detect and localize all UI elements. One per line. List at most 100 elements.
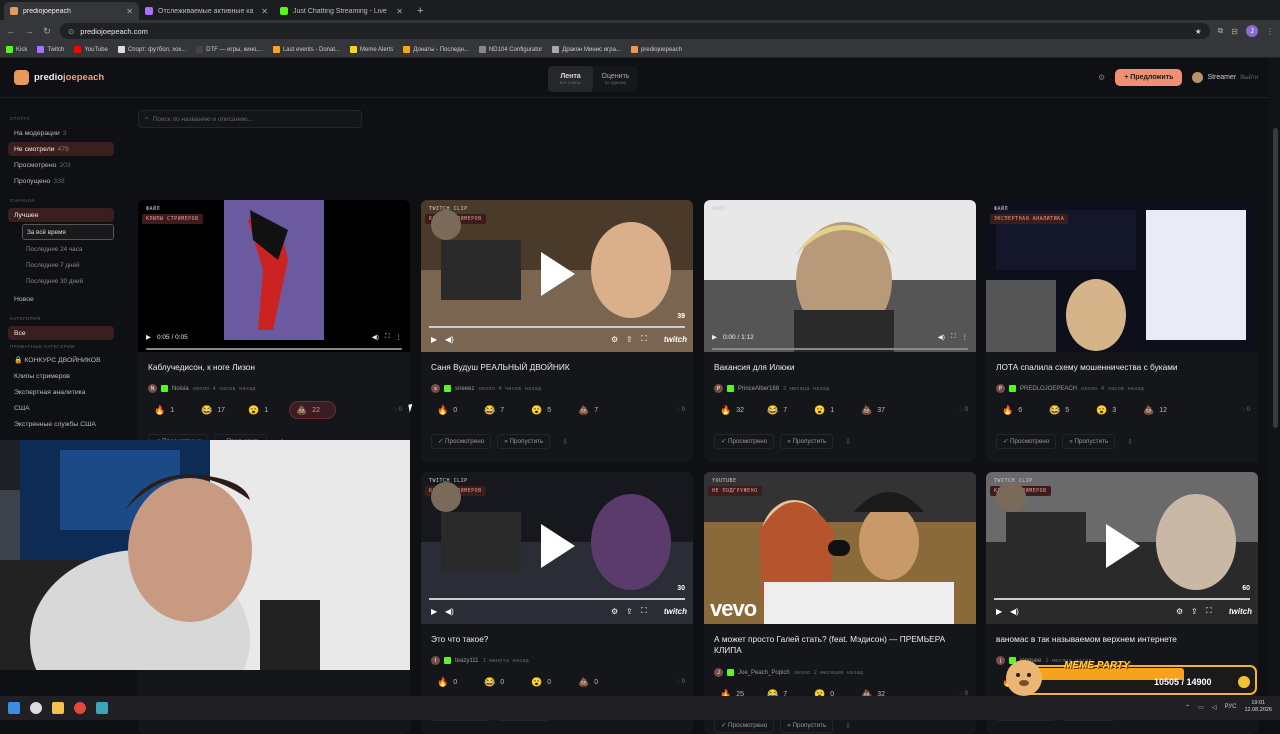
clip-media[interactable]: TWITCH CLIPКЛИПЫ СТРИМЕРОВ39▶◀)⚙⇪⛶twitch <box>421 200 693 352</box>
back-icon[interactable]: ← <box>6 26 16 36</box>
language-indicator[interactable]: РУС <box>1224 704 1236 710</box>
reaction-wow-button[interactable]: 😮 1 <box>808 401 855 419</box>
clip-title[interactable]: А может просто Галей стать? (feat. Мэдис… <box>714 634 966 656</box>
tab-close-icon[interactable]: ✕ <box>396 7 403 16</box>
sidebar-item-category[interactable]: США <box>8 401 114 415</box>
fullscreen-icon[interactable]: ⛶ <box>641 334 647 344</box>
site-logo[interactable]: predio joepeach <box>14 70 104 85</box>
fullscreen-icon[interactable]: ⛶ <box>1206 606 1212 616</box>
sidebar-item-status[interactable]: На модерации 3 <box>8 126 114 140</box>
bookmark-item[interactable]: YouTube <box>74 46 108 53</box>
play-icon[interactable]: ▶ <box>431 335 437 344</box>
bookmark-item[interactable]: Last events - Donat... <box>272 46 340 53</box>
volume-icon[interactable]: ◀) <box>445 335 454 344</box>
volume-icon[interactable]: ◀) <box>1010 607 1019 616</box>
reload-icon[interactable]: ↻ <box>42 26 52 37</box>
reaction-poop-button[interactable]: 💩 0 <box>572 673 619 691</box>
author-name[interactable]: Joe_Peach_Popich <box>738 670 790 676</box>
reaction-wow-button[interactable]: 😮 3 <box>1090 401 1137 419</box>
clip-title[interactable]: ваномас в так называемом верхнем интерне… <box>996 634 1248 645</box>
pin-icon[interactable]: ⇩ <box>1127 438 1133 446</box>
tab-close-icon[interactable]: ✕ <box>261 7 268 16</box>
windows-start-icon[interactable] <box>8 702 20 714</box>
comments-count[interactable]: ◌ 0 <box>676 407 685 413</box>
skip-button[interactable]: » Пропустить <box>780 434 834 449</box>
skip-button[interactable]: » Пропустить <box>1062 434 1116 449</box>
settings-icon[interactable]: ⚙ <box>1098 73 1105 82</box>
bookmark-item[interactable]: Meme Alerts <box>350 46 393 53</box>
reaction-wow-button[interactable]: 😮 0 <box>525 673 572 691</box>
play-icon[interactable]: ▶ <box>712 333 717 341</box>
video-progress[interactable] <box>994 598 1250 600</box>
sidebar-item-status[interactable]: Просмотрено 203 <box>8 158 114 172</box>
reaction-laugh-button[interactable]: 😂 0 <box>478 673 525 691</box>
reaction-poop-button[interactable]: 💩 7 <box>572 401 619 419</box>
play-button-icon[interactable] <box>828 540 850 556</box>
pin-icon[interactable]: ⇩ <box>845 722 851 730</box>
video-progress[interactable] <box>712 348 968 350</box>
clip-media[interactable]: TWITCH CLIPКЛИПЫ СТРИМЕРОВ60▶◀)⚙⇪⛶twitch <box>986 472 1258 624</box>
tab-feed[interactable]: Лента все клипы <box>548 66 593 92</box>
clip-media[interactable]: ФАЙЛ ЭКСПЕРТНАЯ АНАЛИТИКА <box>986 200 1258 352</box>
pin-icon[interactable]: ⇩ <box>562 438 568 446</box>
pin-icon[interactable]: ⇩ <box>845 438 851 446</box>
reaction-laugh-button[interactable]: 😂 7 <box>478 401 525 419</box>
logout-link[interactable]: Выйти <box>1240 75 1258 81</box>
settings-icon[interactable]: ⚙ <box>1176 607 1183 616</box>
author-name[interactable]: PREDLOJOEPEACH <box>1020 386 1077 392</box>
play-icon[interactable]: ▶ <box>996 607 1002 616</box>
mark-watched-button[interactable]: ✓ Просмотрено <box>996 434 1057 449</box>
browser-tab[interactable]: Отслеживаемые активные ка ✕ <box>139 2 274 20</box>
play-icon[interactable]: ▶ <box>431 607 437 616</box>
reaction-poop-button[interactable]: 💩 12 <box>1137 401 1184 419</box>
clock[interactable]: 19:01 12.08.2026 <box>1244 700 1272 714</box>
tab-close-icon[interactable]: ✕ <box>126 7 133 16</box>
clip-title[interactable]: Саня Вудуш РЕАЛЬНЫЙ ДВОЙНИК <box>431 362 683 373</box>
comments-count[interactable]: ◌ 0 <box>1241 407 1250 413</box>
bookmark-item[interactable]: Дракон Минис игра... <box>552 46 621 53</box>
reaction-fire-button[interactable]: 🔥 32 <box>714 401 761 419</box>
reaction-poop-button[interactable]: 💩 37 <box>855 401 902 419</box>
clip-media[interactable]: ФАЙЛ КЛИПЫ СТРИМЕРОВ ▶ 0:05 / 0:05 ◀) ⛶ ⋮ <box>138 200 410 352</box>
url-field[interactable]: ⊙ prediojoepeach.com ★ <box>60 23 1210 39</box>
reaction-fire-button[interactable]: 🔥 1 <box>148 401 195 419</box>
sidebar-item-period[interactable]: Последние 7 дней <box>8 258 114 272</box>
menu-icon[interactable]: ⋮ <box>1266 27 1274 36</box>
volume-icon[interactable]: ◁ <box>1212 704 1217 711</box>
profile-avatar[interactable]: J <box>1246 25 1258 37</box>
bookmark-item[interactable]: ND104 Configurator <box>478 46 542 53</box>
volume-icon[interactable]: ◀) <box>445 607 454 616</box>
author-name[interactable]: PrinceAlber188 <box>738 386 779 392</box>
video-progress[interactable] <box>429 326 685 328</box>
sidebar-item-category[interactable]: Клипы стримеров <box>8 369 114 383</box>
more-icon[interactable]: ⋮ <box>962 333 969 341</box>
suggest-button[interactable]: + Предложить <box>1115 69 1183 86</box>
new-tab-button[interactable]: + <box>409 2 431 20</box>
extensions-icon[interactable]: ⧉ <box>1218 26 1224 36</box>
volume-icon[interactable]: ◀) <box>372 333 379 341</box>
settings-icon[interactable]: ⚙ <box>611 607 618 616</box>
bookmark-item[interactable]: Twitch <box>37 46 64 53</box>
sidebar-item-category[interactable]: Экстренные службы США <box>8 417 114 431</box>
clip-media[interactable]: TWITCH CLIPКЛИПЫ СТРИМЕРОВ30▶◀)⚙⇪⛶twitch <box>421 472 693 624</box>
mark-watched-button[interactable]: ✓ Просмотрено <box>431 434 492 449</box>
share-icon[interactable]: ⇪ <box>626 335 633 344</box>
play-button-icon[interactable] <box>1106 524 1140 568</box>
reaction-wow-button[interactable]: 😮 5 <box>525 401 572 419</box>
reaction-laugh-button[interactable]: 😂5 <box>1043 401 1090 419</box>
bookmark-star-icon[interactable]: ★ <box>1195 27 1202 36</box>
comments-count[interactable]: ◌ 0 <box>393 407 402 413</box>
video-progress[interactable] <box>146 348 402 350</box>
tray-chevron-icon[interactable]: ⌃ <box>1185 704 1190 711</box>
clip-title[interactable]: Каблучедисон, к ноге Лизон <box>148 362 400 373</box>
fullscreen-icon[interactable]: ⛶ <box>951 333 956 341</box>
sidebar-item-period[interactable]: За всё время <box>22 224 114 240</box>
reaction-poop-button[interactable]: 💩 22 <box>289 401 336 419</box>
chrome-icon[interactable] <box>74 702 86 714</box>
bookmark-item[interactable]: Донаты - Последн... <box>403 46 469 53</box>
author-name[interactable]: teazy111 <box>455 658 478 664</box>
sidebar-item-period[interactable]: Последние 24 часа <box>8 242 114 256</box>
network-icon[interactable]: ▭ <box>1198 704 1204 711</box>
mark-watched-button[interactable]: ✓ Просмотрено <box>714 434 775 449</box>
author-name[interactable]: sneeez <box>455 386 474 392</box>
